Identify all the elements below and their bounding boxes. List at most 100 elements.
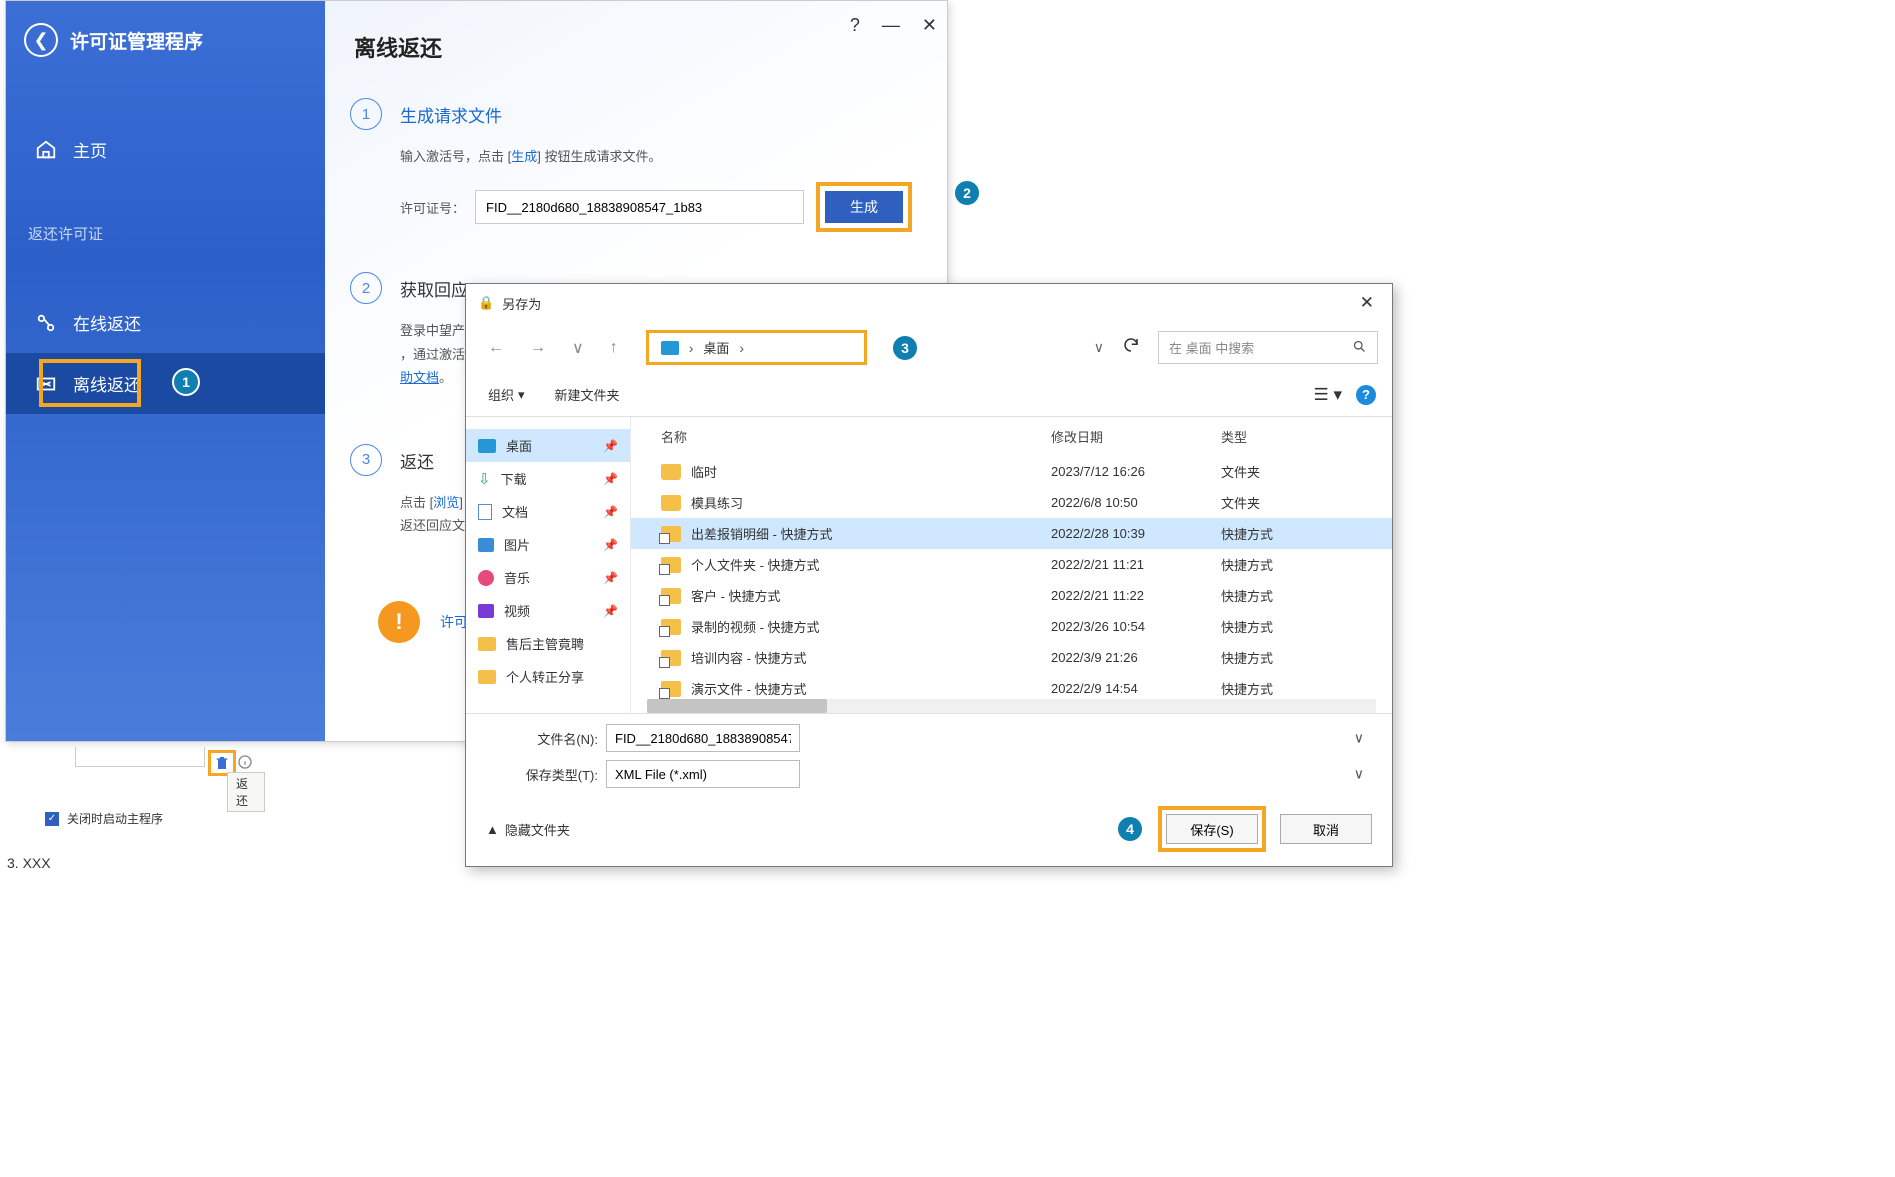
offline-icon [34,372,58,396]
license-label: 许可证号： [400,198,465,217]
breadcrumb-desktop[interactable]: 桌面 [703,338,729,357]
tooltip: 返还 [227,772,265,812]
help-doc-link[interactable]: 助文档 [400,370,439,385]
organize-button[interactable]: 组织 ▾ [482,381,531,408]
chevron-down-icon[interactable]: ∨ [1354,766,1364,783]
nav-forward-icon[interactable]: → [522,335,554,361]
step-1-number: 1 [350,98,382,130]
nav-desktop[interactable]: 桌面 📌 [466,429,630,462]
h-scrollbar[interactable] [647,699,1376,713]
highlight-4: 保存(S) [1158,806,1266,852]
desktop-icon [478,439,496,453]
nav-item-8[interactable]: 个人转正分享 [466,660,630,693]
annotation-1: 1 [172,368,200,396]
annotation-3: 3 [891,334,919,362]
nav-offline-label: 离线返还 [73,371,141,396]
step-3-number: 3 [350,444,382,476]
chevron-down-icon[interactable]: ∨ [1354,730,1364,747]
save-as-dialog: 🔒 另存为 ✕ ← → ∨ ↑ › 桌面 › 3 ∨ 在 桌面 中搜索 [465,283,1393,867]
minimize-icon[interactable]: — [882,15,900,36]
nav-recent-icon[interactable]: ∨ [564,334,592,362]
nav-back-icon[interactable]: ← [480,335,512,361]
search-icon [1352,339,1367,357]
folder-icon [661,495,681,511]
nav-pictures[interactable]: 图片 📌 [466,528,630,561]
filename-row: 文件名(N): ∨ [486,724,1372,752]
dialog-close-icon[interactable]: ✕ [1354,293,1380,313]
warning-icon: ! [378,601,420,643]
chevron-right-icon[interactable]: › [739,340,744,356]
file-row[interactable]: 客户 - 快捷方式2022/2/21 11:22快捷方式 [631,580,1392,611]
file-row[interactable]: 培训内容 - 快捷方式2022/3/9 21:26快捷方式 [631,642,1392,673]
chevron-right-icon[interactable]: › [689,340,694,356]
file-type: 文件夹 [1221,493,1341,512]
back-arrow-icon: ❮ [33,30,48,51]
scrollbar-thumb[interactable] [647,699,827,713]
filetype-input[interactable] [606,760,800,788]
shortcut-icon [661,557,681,573]
pin-icon: 📌 [603,571,618,585]
nav-pane: 桌面 📌 ⇩ 下载 📌 文档 📌 图片 📌 音乐 📌 [466,417,631,713]
cancel-button[interactable]: 取消 [1280,814,1372,844]
nav-music[interactable]: 音乐 📌 [466,561,630,594]
help-icon[interactable]: ? [1356,385,1376,405]
back-button[interactable]: ❮ [24,23,58,57]
hide-folders-toggle[interactable]: ▲ 隐藏文件夹 [486,820,570,839]
nav-documents[interactable]: 文档 📌 [466,495,630,528]
license-input[interactable] [475,190,804,224]
trash-icon[interactable] [214,755,230,771]
file-date: 2022/6/8 10:50 [1051,495,1221,510]
nav-downloads[interactable]: ⇩ 下载 📌 [466,462,630,495]
filetype-label: 保存类型(T): [486,765,606,784]
info-icon[interactable] [237,754,253,770]
col-name[interactable]: 名称 [631,427,1051,446]
file-name: 临时 [691,462,717,481]
search-box[interactable]: 在 桌面 中搜索 [1158,331,1378,364]
file-row[interactable]: 临时2023/7/12 16:26文件夹 [631,456,1392,487]
help-icon[interactable]: ? [850,15,860,36]
file-row[interactable]: 模具练习2022/6/8 10:50文件夹 [631,487,1392,518]
nav-up-icon[interactable]: ↑ [602,335,626,361]
nav-offline-return[interactable]: 离线返还 1 [6,353,325,414]
new-folder-button[interactable]: 新建文件夹 [549,381,626,408]
online-icon [34,311,58,335]
save-button[interactable]: 保存(S) [1166,814,1258,844]
dialog-footer: 文件名(N): ∨ 保存类型(T): ∨ ▲ 隐藏文件夹 4 保存(S) [466,713,1392,866]
col-type[interactable]: 类型 [1221,427,1341,446]
license-row: 许可证号： 生成 [400,182,912,232]
app-title: 许可证管理程序 [70,27,203,54]
file-type: 快捷方式 [1221,679,1341,698]
nav-section-return: 返还许可证 [6,205,325,262]
snippet-checkbox-row: ✓ 关闭时启动主程序 [45,810,163,827]
filename-label: 文件名(N): [486,729,606,748]
nav-home[interactable]: 主页 [6,119,325,180]
browse-link[interactable]: 浏览 [433,495,459,510]
filename-input[interactable] [606,724,800,752]
dialog-title: 另存为 [502,294,541,313]
dialog-toolbar: 组织 ▾ 新建文件夹 ☰ ▾ ? [466,373,1392,417]
annotation-2: 2 [953,179,981,207]
refresh-icon[interactable] [1122,336,1140,359]
breadcrumb-dropdown-icon[interactable]: ∨ [1094,339,1104,356]
nav-videos[interactable]: 视频 📌 [466,594,630,627]
list-item-3: 3. XXX [7,855,51,871]
page-title: 离线返还 [350,31,912,63]
col-date[interactable]: 修改日期 [1051,427,1221,446]
file-name: 出差报销明细 - 快捷方式 [691,524,833,543]
refresh-area: ∨ 在 桌面 中搜索 [1094,331,1378,364]
nav-online-return[interactable]: 在线返还 [6,292,325,353]
generate-button[interactable]: 生成 [825,191,903,223]
folder-icon [661,464,681,480]
file-row[interactable]: 个人文件夹 - 快捷方式2022/2/21 11:21快捷方式 [631,549,1392,580]
view-mode-icon[interactable]: ☰ ▾ [1314,385,1343,405]
list-header: 名称 修改日期 类型 [631,417,1392,456]
close-icon[interactable]: ✕ [922,15,937,36]
generate-link[interactable]: 生成 [511,149,537,164]
nav-item-7[interactable]: 售后主管竟聘 [466,627,630,660]
dialog-titlebar: 🔒 另存为 ✕ [466,284,1392,322]
file-row[interactable]: 出差报销明细 - 快捷方式2022/2/28 10:39快捷方式 [631,518,1392,549]
file-row[interactable]: 录制的视频 - 快捷方式2022/3/26 10:54快捷方式 [631,611,1392,642]
document-icon [478,504,492,520]
auto-start-checkbox[interactable]: ✓ [45,812,59,826]
file-date: 2022/2/21 11:21 [1051,557,1221,572]
